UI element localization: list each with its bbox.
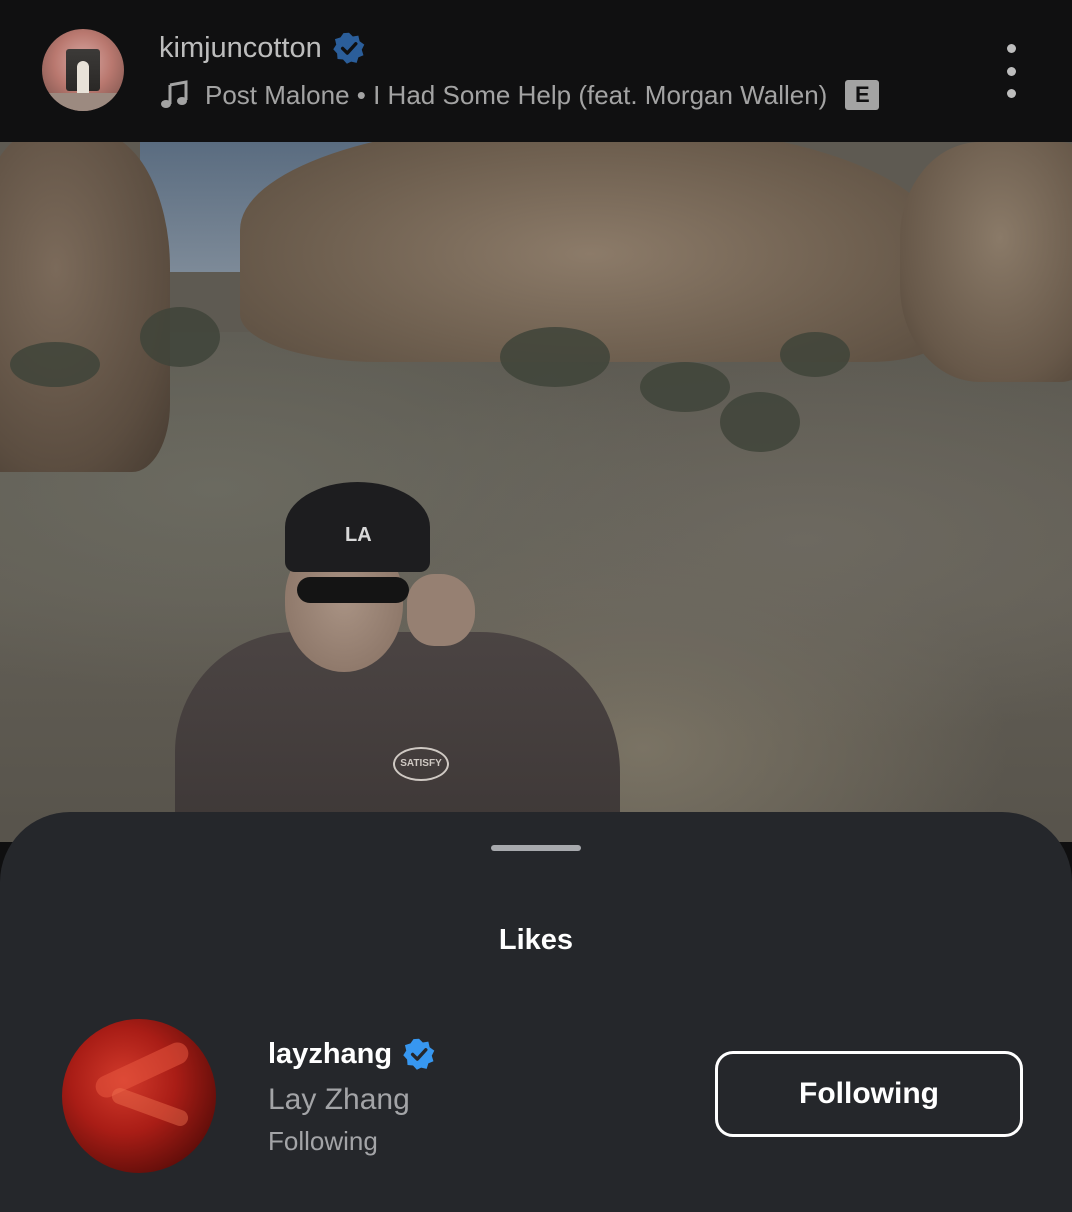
audio-track[interactable]: Post Malone • I Had Some Help (feat. Mor…	[159, 78, 880, 112]
liker-row[interactable]: layzhang Lay Zhang Following Following	[0, 1017, 1072, 1177]
liker-full-name: Lay Zhang	[268, 1083, 410, 1116]
liker-handle-row[interactable]: layzhang	[268, 1037, 436, 1071]
author-avatar[interactable]	[42, 29, 124, 111]
author-username[interactable]: kimjuncotton	[159, 32, 322, 65]
following-button[interactable]: Following	[715, 1051, 1023, 1137]
audio-artist: Post Malone	[205, 79, 350, 110]
liker-handle[interactable]: layzhang	[268, 1038, 392, 1071]
liker-avatar[interactable]	[62, 1019, 216, 1173]
music-note-icon	[161, 80, 188, 108]
audio-song-title: I Had Some Help (feat. Morgan Wallen)	[373, 79, 828, 110]
author-username-row[interactable]: kimjuncotton	[159, 31, 366, 65]
explicit-badge: E	[845, 80, 880, 110]
more-vertical-icon	[1006, 44, 1016, 53]
sheet-drag-handle[interactable]	[491, 845, 581, 851]
audio-separator: •	[356, 79, 366, 110]
verified-badge-icon	[333, 32, 365, 64]
likes-sheet: Likes layzhang Lay Zhang Following Follo…	[0, 812, 1072, 1212]
post-header: kimjuncotton Post Malone • I Had Some He…	[0, 0, 1072, 142]
verified-badge-icon	[403, 1038, 435, 1070]
sheet-title: Likes	[498, 924, 574, 956]
liker-follow-status: Following	[268, 1126, 378, 1156]
post-photo[interactable]: LA SATISFY	[0, 142, 1072, 842]
more-options-button[interactable]	[996, 44, 1026, 98]
